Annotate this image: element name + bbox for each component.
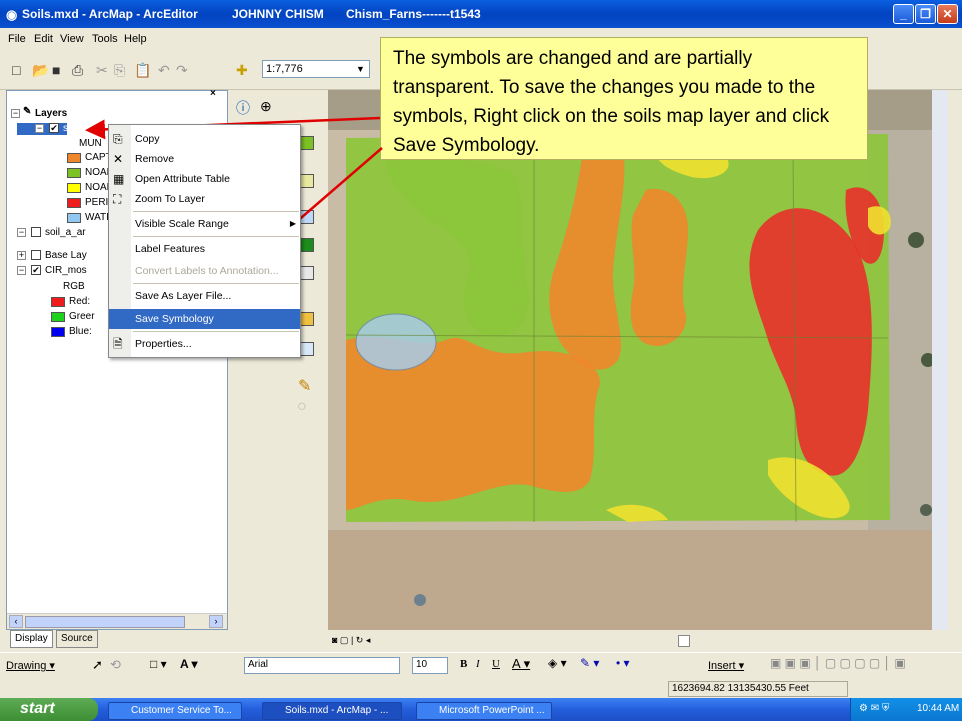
annotation-arrows: [85, 116, 383, 316]
text-icon[interactable]: A ▾: [180, 657, 198, 671]
coordinate-readout: 1623694.82 13135430.55 Feet: [668, 681, 848, 697]
line-color-icon[interactable]: ✎ ▾: [580, 656, 599, 670]
font-select[interactable]: Arial: [244, 657, 400, 674]
menu-item-properties[interactable]: 🗎 Properties...: [109, 334, 300, 354]
submenu-arrow-icon: ▶: [289, 219, 296, 228]
select-elements-icon[interactable]: ➚: [92, 657, 103, 673]
menu-item-convert-labels[interactable]: Convert Labels to Annotation...: [109, 261, 300, 281]
data-view-icon[interactable]: ◙ ▢ | ↻ ◂: [332, 635, 370, 646]
system-tray: ⚙ ✉ ⛨ 10:44 AM: [850, 698, 962, 721]
font-size-select[interactable]: 10: [412, 657, 448, 674]
context-menu: ⎘ Copy ✕ Remove ▦ Open Attribute Table ⛶ Zoo…: [108, 124, 301, 358]
remove-icon: ✕: [113, 152, 124, 166]
menu-item-save-as-layer-file[interactable]: Save As Layer File...: [109, 286, 300, 306]
insert-menu[interactable]: Insert ▾: [708, 659, 744, 672]
menu-item-save-symbology[interactable]: Save Symbology: [109, 309, 300, 329]
map-page-controls[interactable]: ◙ ▢ | ↻ ◂: [328, 634, 948, 648]
italic-icon[interactable]: I: [476, 658, 480, 670]
rectangle-icon[interactable]: □ ▾: [150, 657, 167, 671]
task-customer-service[interactable]: Customer Service To...: [108, 702, 242, 720]
menu-item-zoom-to-layer[interactable]: ⛶ Zoom To Layer: [109, 189, 300, 209]
tab-display[interactable]: Display: [10, 630, 53, 648]
copy-icon: ⎘: [113, 132, 123, 146]
tray-icons[interactable]: ⚙ ✉ ⛨: [859, 703, 889, 714]
menu-item-visible-scale-range[interactable]: Visible Scale Range ▶: [109, 214, 300, 234]
scroll-thumb[interactable]: [678, 635, 690, 647]
menu-item-open-attribute-table[interactable]: ▦ Open Attribute Table: [109, 169, 300, 189]
rotate-icon[interactable]: ⟲: [110, 657, 121, 673]
underline-icon[interactable]: U: [492, 658, 500, 670]
table-icon: ▦: [113, 172, 125, 186]
task-arcmap[interactable]: Soils.mxd - ArcMap - ...: [262, 702, 402, 720]
georef-icons[interactable]: ▣ ▣ ▣ │ ▢ ▢ ▢ ▢ │ ▣: [770, 656, 906, 670]
task-powerpoint[interactable]: Microsoft PowerPoint ...: [416, 702, 552, 720]
tab-source[interactable]: Source: [56, 630, 98, 648]
drawing-toolbar: Drawing ▾ ➚ ⟲ □ ▾ A ▾ Arial 10 B I U A ▾…: [0, 652, 962, 678]
start-button[interactable]: start: [0, 698, 98, 721]
font-color-icon[interactable]: A ▾: [512, 656, 530, 672]
fill-color-icon[interactable]: ◈ ▾: [548, 656, 567, 670]
menu-item-copy[interactable]: ⎘ Copy: [109, 129, 300, 149]
properties-icon: 🗎: [113, 337, 123, 351]
menu-item-remove[interactable]: ✕ Remove: [109, 149, 300, 169]
toc-tabs: Display Source: [6, 630, 326, 650]
zoom-to-layer-icon: ⛶: [113, 192, 122, 206]
drawing-menu[interactable]: Drawing ▾: [6, 659, 55, 672]
marker-color-icon[interactable]: • ▾: [616, 656, 630, 670]
clock: 10:44 AM: [917, 703, 960, 714]
bold-icon[interactable]: B: [460, 658, 467, 670]
menu-item-label-features[interactable]: Label Features: [109, 239, 300, 259]
